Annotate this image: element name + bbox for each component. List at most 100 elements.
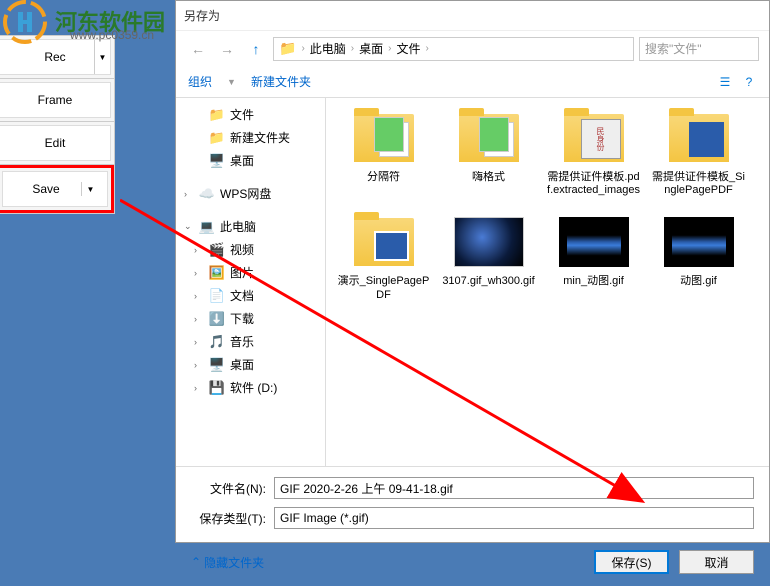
breadcrumb-item[interactable]: 此电脑	[310, 40, 346, 57]
hide-folders-label: 隐藏文件夹	[204, 554, 264, 571]
expand-icon: ›	[194, 268, 204, 278]
tree-label: 软件 (D:)	[230, 379, 277, 396]
file-item[interactable]: 演示_SinglePagePDF	[336, 212, 431, 301]
dropdown-icon: ▼	[227, 77, 236, 87]
filetype-label: 保存类型(T):	[191, 510, 266, 527]
file-thumbnail	[346, 108, 421, 168]
music-icon: 🎵	[209, 335, 225, 349]
file-item[interactable]: 民身份需提供证件模板.pdf.extracted_images	[546, 108, 641, 197]
cancel-button[interactable]: 取消	[679, 550, 754, 574]
tree-label: WPS网盘	[220, 185, 271, 202]
chevron-down-icon: ⌃	[191, 555, 201, 569]
chevron-right-icon: ›	[301, 43, 304, 54]
left-toolbar: Rec ▼ Frame Edit Save ▼	[0, 35, 115, 214]
tree-label: 新建文件夹	[230, 129, 290, 146]
breadcrumb-item[interactable]: 桌面	[359, 40, 383, 57]
desktop-icon: 🖥️	[209, 358, 225, 372]
file-grid: 分隔符 嗨格式民身份需提供证件模板.pdf.extracted_images 需提供…	[326, 98, 769, 466]
tree-item-音乐[interactable]: ›🎵音乐	[176, 330, 325, 353]
expand-icon: ›	[194, 314, 204, 324]
file-name-label: 3107.gif_wh300.gif	[442, 275, 534, 288]
tree-item-文档[interactable]: ›📄文档	[176, 284, 325, 307]
watermark-logo	[0, 0, 55, 45]
main-area: 📁文件📁新建文件夹🖥️桌面›☁️WPS网盘⌄💻此电脑›🎬视频›🖼️图片›📄文档›…	[176, 98, 769, 466]
new-folder-button[interactable]: 新建文件夹	[251, 73, 311, 90]
tree-item-图片[interactable]: ›🖼️图片	[176, 261, 325, 284]
filename-label: 文件名(N):	[191, 480, 266, 497]
filetype-select[interactable]: GIF Image (*.gif)	[274, 507, 754, 529]
file-item[interactable]: 需提供证件模板_SinglePagePDF	[651, 108, 746, 197]
tree-item-文件[interactable]: 📁 文件	[176, 103, 325, 126]
bottom-inputs: 文件名(N): 保存类型(T): GIF Image (*.gif)	[176, 466, 769, 542]
cloud-icon: ☁️	[199, 187, 215, 201]
filename-input[interactable]	[274, 477, 754, 499]
tree-label: 此电脑	[220, 218, 256, 235]
file-thumbnail	[451, 212, 526, 272]
tree-item-下载[interactable]: › ⬇️ 下载	[176, 307, 325, 330]
image-icon: 🖼️	[209, 266, 225, 280]
tree-label: 文件	[230, 106, 254, 123]
chevron-right-icon: ›	[388, 43, 391, 54]
expand-icon: ⌄	[184, 221, 194, 232]
search-input[interactable]: 搜索"文件"	[639, 37, 759, 61]
file-item[interactable]: 嗨格式	[441, 108, 536, 197]
pc-icon: 💻	[199, 220, 215, 234]
nav-up-icon[interactable]: ↑	[244, 37, 268, 61]
file-item[interactable]: 动图.gif	[651, 212, 746, 301]
file-thumbnail	[556, 212, 631, 272]
tree-label: 桌面	[230, 356, 254, 373]
file-name-label: 动图.gif	[680, 275, 717, 288]
tree-label: 下载	[230, 310, 254, 327]
organize-button[interactable]: 组织	[188, 73, 212, 90]
folder-icon: 📁	[209, 108, 225, 122]
breadcrumb[interactable]: 📁 › 此电脑 › 桌面 › 文件 ›	[273, 37, 634, 61]
file-item[interactable]: 分隔符	[336, 108, 431, 197]
file-thumbnail	[661, 212, 736, 272]
tree-item-桌面[interactable]: 🖥️ 桌面	[176, 149, 325, 172]
tree-item-WPS网盘[interactable]: ›☁️WPS网盘	[176, 182, 325, 205]
search-placeholder: 搜索"文件"	[645, 40, 702, 57]
save-confirm-button[interactable]: 保存(S)	[594, 550, 669, 574]
folder-icon: 📁	[209, 131, 225, 145]
file-name-label: 分隔符	[367, 171, 400, 184]
folder-icon: 📁	[279, 40, 296, 57]
chevron-right-icon: ›	[426, 43, 429, 54]
nav-back-icon[interactable]: ←	[186, 37, 210, 61]
tree-item-新建文件夹[interactable]: 📁 新建文件夹	[176, 126, 325, 149]
save-button[interactable]: Save ▼	[2, 171, 108, 207]
tree-item-软件 (D:)[interactable]: ›💾软件 (D:)	[176, 376, 325, 399]
help-icon[interactable]: ?	[741, 74, 757, 90]
expand-icon: ›	[194, 337, 204, 347]
file-name-label: 需提供证件模板_SinglePagePDF	[651, 171, 746, 197]
file-thumbnail: 民身份	[556, 108, 631, 168]
expand-icon: ›	[194, 291, 204, 301]
tree-label: 文档	[230, 287, 254, 304]
file-item[interactable]: min_动图.gif	[546, 212, 641, 301]
save-as-dialog: 另存为 ← → ↑ 📁 › 此电脑 › 桌面 › 文件 › 搜索"文件" 组织 …	[175, 0, 770, 543]
dialog-title: 另存为	[184, 7, 220, 24]
rec-dropdown-icon[interactable]: ▼	[94, 40, 110, 74]
rec-label: Rec	[44, 50, 65, 64]
breadcrumb-item[interactable]: 文件	[397, 40, 421, 57]
tree-item-桌面[interactable]: ›🖥️桌面	[176, 353, 325, 376]
save-label: Save	[11, 182, 81, 196]
dialog-footer: ⌃ 隐藏文件夹 保存(S) 取消	[176, 542, 769, 586]
tree-label: 桌面	[230, 152, 254, 169]
tree-panel: 📁文件📁新建文件夹🖥️桌面›☁️WPS网盘⌄💻此电脑›🎬视频›🖼️图片›📄文档›…	[176, 98, 326, 466]
download-icon: ⬇️	[209, 312, 225, 326]
tree-item-视频[interactable]: ›🎬视频	[176, 238, 325, 261]
file-thumbnail	[346, 212, 421, 272]
file-item[interactable]: 3107.gif_wh300.gif	[441, 212, 536, 301]
hide-folders-button[interactable]: ⌃ 隐藏文件夹	[191, 554, 264, 571]
dialog-titlebar: 另存为	[176, 1, 769, 31]
tree-item-此电脑[interactable]: ⌄ 💻 此电脑	[176, 215, 325, 238]
frame-button[interactable]: Frame	[0, 82, 111, 118]
file-thumbnail	[661, 108, 736, 168]
save-dropdown-icon[interactable]: ▼	[81, 182, 99, 196]
edit-button[interactable]: Edit	[0, 125, 111, 161]
watermark-url: www.pc0359.cn	[70, 28, 154, 42]
view-icon[interactable]: ☰	[717, 74, 733, 90]
video-icon: 🎬	[209, 243, 225, 257]
file-thumbnail	[451, 108, 526, 168]
desktop-icon: 🖥️	[209, 154, 225, 168]
